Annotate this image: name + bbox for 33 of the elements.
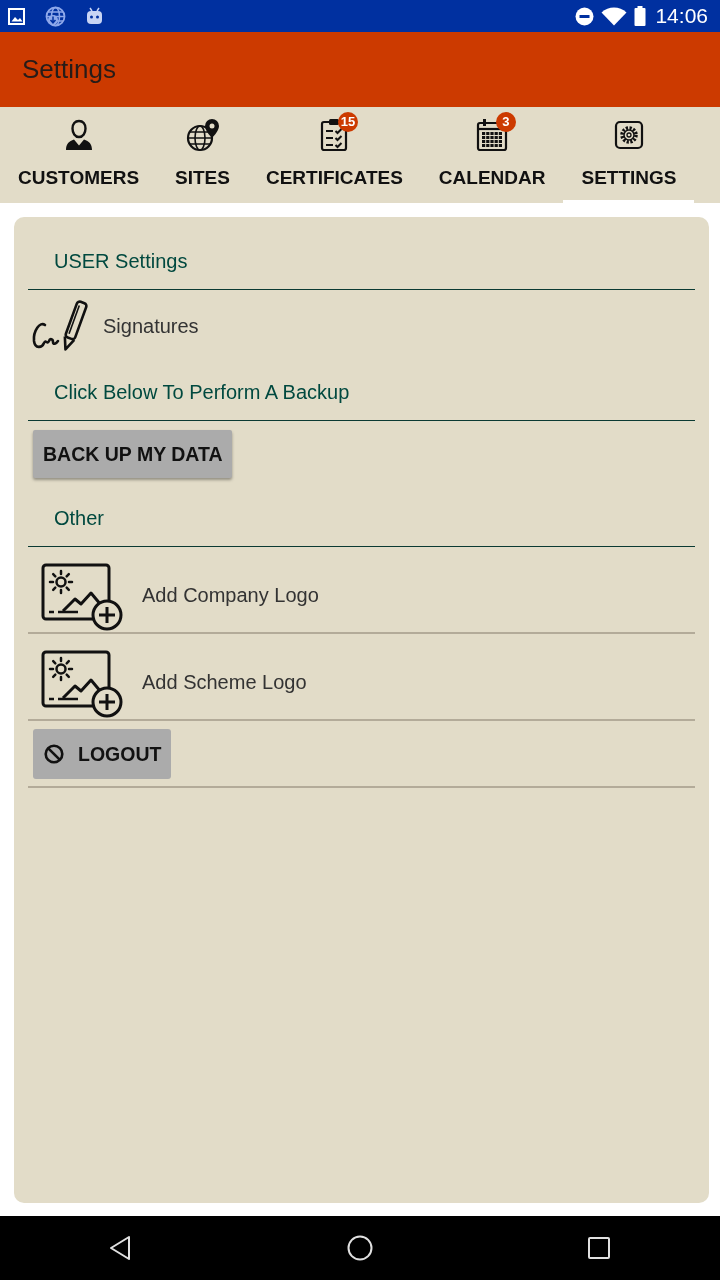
do-not-disturb-icon [575, 6, 595, 26]
prohibited-icon [44, 744, 64, 764]
add-logo-item[interactable]: Add Scheme Logo [28, 634, 695, 721]
backup-button[interactable]: BACK UP MY DATA [33, 430, 233, 478]
section-header: USER Settings [28, 229, 695, 290]
tab[interactable]: CUSTOMERS [0, 107, 158, 203]
section-header: Other [28, 486, 695, 547]
globe-pin-icon [185, 118, 220, 152]
battery-icon [634, 6, 647, 26]
count-badge: 15 [337, 112, 359, 132]
home-icon[interactable] [346, 1235, 373, 1261]
tab[interactable]: SITES [157, 107, 248, 203]
gear-icon [613, 120, 644, 150]
status-time: 14:06 [655, 4, 708, 28]
app-title: Settings [22, 54, 116, 85]
calendar-icon [476, 118, 509, 152]
person-icon [63, 119, 94, 151]
globe-download-icon [45, 5, 66, 27]
recents-icon[interactable] [588, 1237, 610, 1259]
logout-button[interactable]: LOGOUT [33, 729, 172, 779]
tab[interactable]: SETTINGS [563, 107, 695, 203]
robot-icon [86, 7, 103, 25]
count-badge: 3 [495, 112, 516, 132]
add-image-icon [41, 650, 123, 718]
add-logo-item[interactable]: Add Company Logo [28, 547, 695, 634]
tab[interactable]: 3 CALENDAR [420, 107, 564, 203]
section-header: Click Below To Perform A Backup [28, 360, 695, 421]
signatures-item[interactable]: Signatures [28, 290, 695, 360]
wifi-icon [601, 6, 628, 26]
tab[interactable]: 15 CERTIFICATES [247, 107, 421, 203]
image-icon [8, 7, 25, 25]
add-image-icon [41, 563, 123, 631]
back-icon[interactable] [109, 1235, 131, 1261]
